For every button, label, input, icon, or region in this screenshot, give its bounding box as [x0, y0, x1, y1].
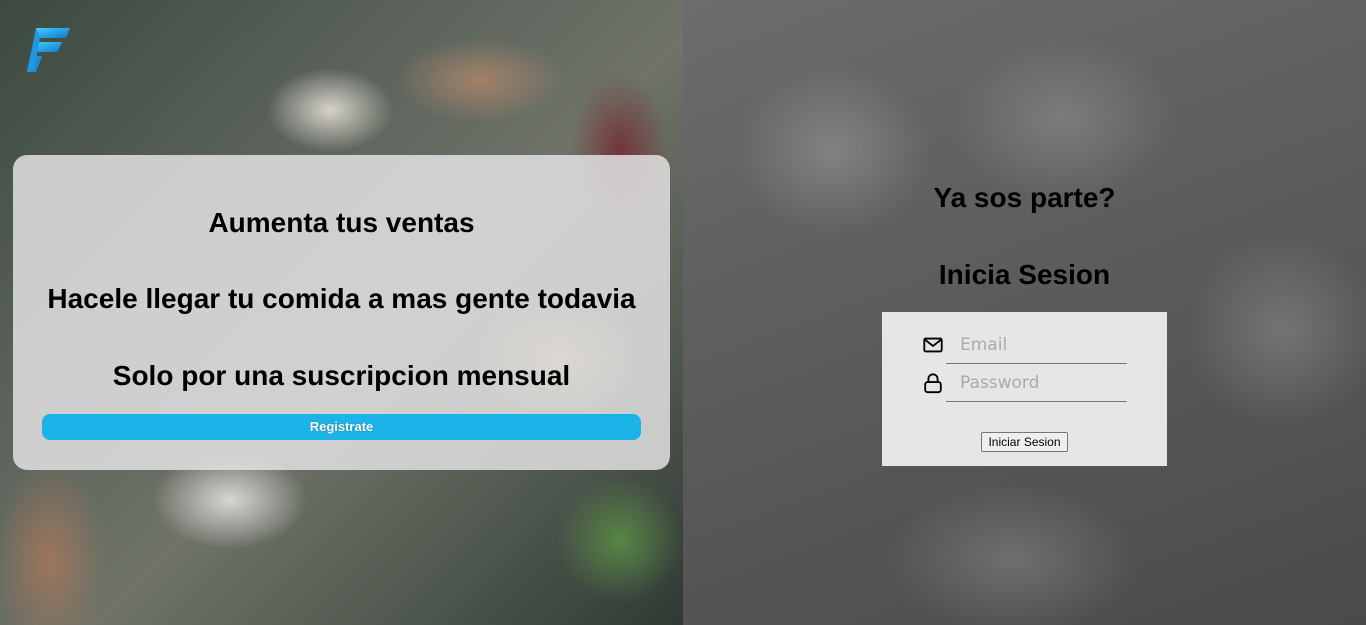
- brand-logo-icon: [27, 28, 70, 72]
- login-form: Iniciar Sesion: [882, 312, 1167, 466]
- promo-card: Aumenta tus ventas Hacele llegar tu comi…: [13, 155, 670, 470]
- login-subheading: Inicia Sesion: [938, 259, 1111, 290]
- promo-headline: Aumenta tus ventas: [208, 207, 475, 238]
- login-button[interactable]: Iniciar Sesion: [981, 432, 1068, 452]
- email-row: [922, 326, 1127, 364]
- login-heading: Ya sos parte?: [933, 182, 1116, 213]
- envelope-icon: [923, 337, 943, 353]
- password-field[interactable]: [946, 364, 1127, 402]
- lock-icon: [924, 373, 942, 394]
- login-panel: Ya sos parte? Inicia Sesion Iniciar Sesi…: [683, 0, 1366, 625]
- hero-panel: Aumenta tus ventas Hacele llegar tu comi…: [0, 0, 683, 625]
- password-row: [922, 364, 1127, 402]
- register-button[interactable]: Registrate: [42, 414, 641, 440]
- promo-tagline: Solo por una suscripcion mensual: [112, 360, 571, 391]
- promo-subline: Hacele llegar tu comida a mas gente toda…: [47, 283, 636, 314]
- email-field[interactable]: [946, 326, 1127, 364]
